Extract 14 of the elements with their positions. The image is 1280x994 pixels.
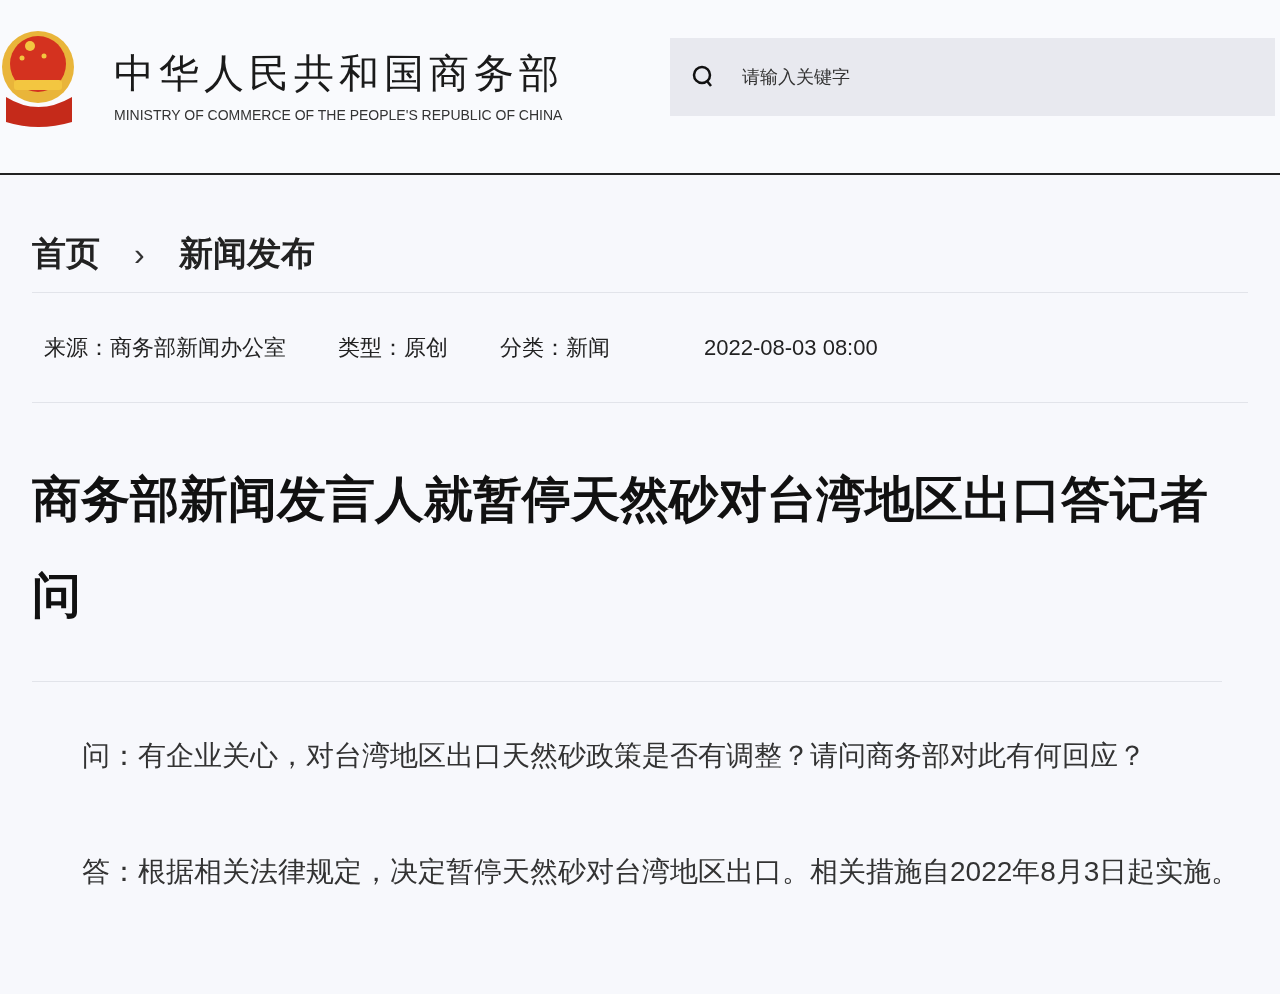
meta-info: 来源：商务部新闻办公室 <box>44 334 286 362</box>
article-paragraph: 问：有企业关心，对台湾地区出口天然砂政策是否有调整？请问商务部对此有何回应？ <box>82 739 1147 773</box>
breadcrumb-separator: › <box>134 234 145 274</box>
breadcrumb-link[interactable]: 首页 <box>32 228 100 279</box>
breadcrumb-link[interactable]: 新闻发布 <box>178 228 315 279</box>
site-title: 中华人民共和国商务部 <box>114 50 564 97</box>
meta-info: 分类：新闻 <box>500 334 610 362</box>
article-title: 商务部新闻发言人就暂停天然砂对台湾地区出口答记者问 <box>32 471 1209 624</box>
article-paragraph: 答：根据相关法律规定，决定暂停天然砂对台湾地区出口。相关措施自2022年8月3日起实施。 <box>82 855 1241 889</box>
publish-date: 2022-08-03 08:00 <box>704 334 878 362</box>
search-icon <box>692 65 714 89</box>
site-subtitle: MINISTRY OF COMMERCE OF THE PEOPLE'S REPUBLIC OF CHINA <box>114 106 564 125</box>
search-field[interactable]: 请输入关键字 <box>670 38 1275 116</box>
meta-info: 类型：原创 <box>338 334 448 362</box>
